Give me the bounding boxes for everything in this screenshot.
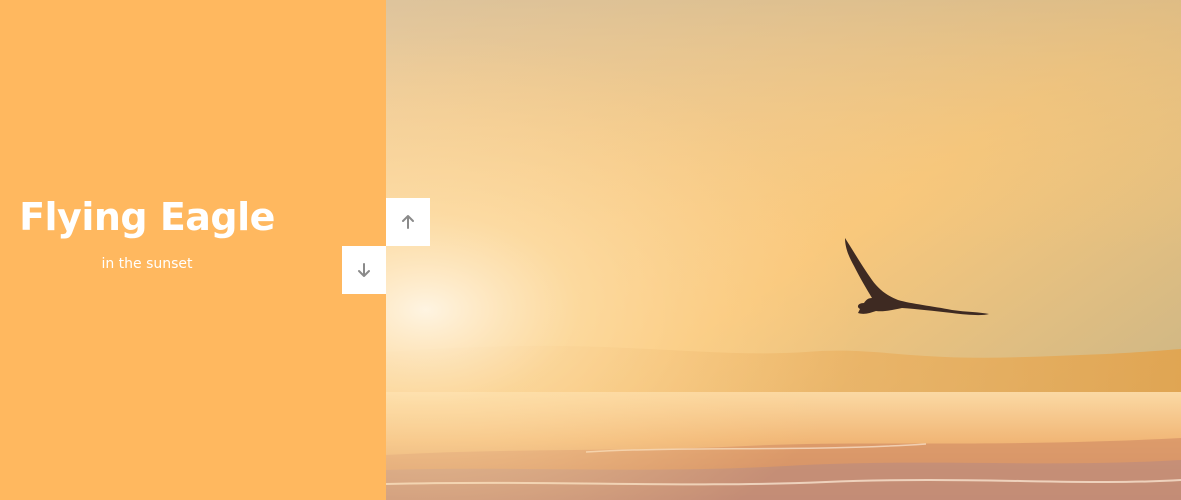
arrow-down-icon [358, 263, 370, 277]
text-panel: Flying Eagle in the sunset [0, 0, 386, 500]
arrow-up-icon [402, 215, 414, 229]
sunset-sea-image [386, 0, 1181, 500]
slide-down-button[interactable] [342, 246, 386, 294]
slide-up-button[interactable] [386, 198, 430, 246]
slide-subtitle: in the sunset [101, 256, 193, 272]
vertical-slider: Flying Eagle in the sunset [0, 0, 1181, 500]
slide-image [386, 0, 1181, 500]
slide-title: Flying Eagle [19, 195, 275, 239]
